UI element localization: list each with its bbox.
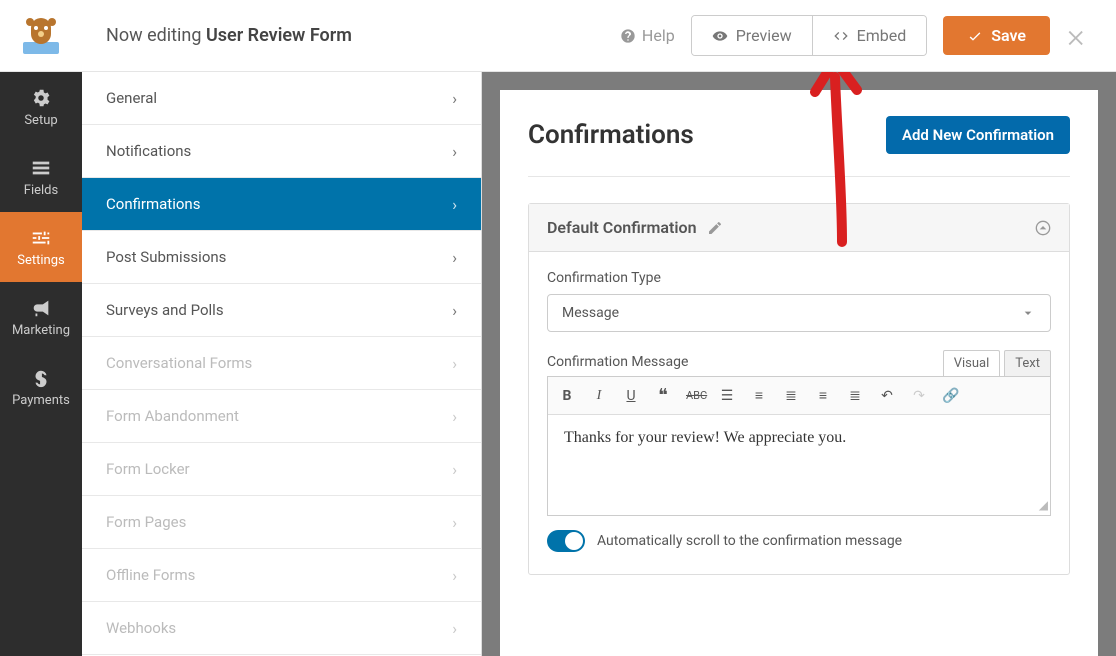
selected-value: Message xyxy=(562,305,619,321)
settings-item-conversational[interactable]: Conversational Forms› xyxy=(82,337,481,390)
form-name: User Review Form xyxy=(206,25,352,46)
settings-item-notifications[interactable]: Notifications› xyxy=(82,125,481,178)
chevron-right-icon: › xyxy=(452,142,457,161)
settings-item-confirmations[interactable]: Confirmations› xyxy=(82,178,481,231)
settings-item-surveys[interactable]: Surveys and Polls› xyxy=(82,284,481,337)
undo-button[interactable]: ↶ xyxy=(878,388,896,404)
underline-button[interactable]: U xyxy=(622,388,640,404)
rich-text-editor: B I U ❝ ABC ☰ ≡ ≣ ≡ ≣ xyxy=(547,376,1051,516)
add-new-confirmation-button[interactable]: Add New Confirmation xyxy=(886,116,1070,154)
align-right-button[interactable]: ≣ xyxy=(846,388,864,404)
auto-scroll-label: Automatically scroll to the confirmation… xyxy=(597,533,902,549)
help-button[interactable]: Help xyxy=(620,26,675,45)
strike-button[interactable]: ABC xyxy=(686,389,704,402)
nav-setup-label: Setup xyxy=(24,113,57,128)
save-label: Save xyxy=(991,26,1026,45)
nav-payments[interactable]: Payments xyxy=(0,352,82,422)
nav-fields[interactable]: Fields xyxy=(0,142,82,212)
eye-icon xyxy=(712,28,728,44)
chevron-right-icon: › xyxy=(452,301,457,320)
settings-item-general[interactable]: General› xyxy=(82,72,481,125)
list-icon xyxy=(30,157,52,179)
page-title: Confirmations xyxy=(528,120,694,150)
settings-item-webhooks[interactable]: Webhooks› xyxy=(82,602,481,655)
chevron-right-icon: › xyxy=(452,407,457,426)
gear-icon xyxy=(30,87,52,109)
auto-scroll-toggle[interactable] xyxy=(547,530,585,552)
chevron-right-icon: › xyxy=(452,248,457,267)
close-button[interactable] xyxy=(1066,19,1088,52)
pencil-icon[interactable] xyxy=(707,220,723,236)
italic-button[interactable]: I xyxy=(590,388,608,404)
bullet-list-button[interactable]: ☰ xyxy=(718,388,736,404)
bullhorn-icon xyxy=(30,297,52,319)
app-logo xyxy=(0,0,82,72)
chevron-right-icon: › xyxy=(452,460,457,479)
editing-prefix: Now editing xyxy=(106,25,201,46)
chevron-down-icon xyxy=(1020,305,1036,321)
panel-title: Default Confirmation xyxy=(547,218,697,237)
resize-handle-icon: ◢ xyxy=(1039,498,1048,513)
help-icon xyxy=(620,28,636,44)
settings-item-locker[interactable]: Form Locker› xyxy=(82,443,481,496)
chevron-right-icon: › xyxy=(452,619,457,638)
message-content: Thanks for your review! We appreciate yo… xyxy=(564,429,846,446)
settings-item-offline[interactable]: Offline Forms› xyxy=(82,549,481,602)
code-icon xyxy=(833,28,849,44)
confirmation-message-label: Confirmation Message xyxy=(547,354,688,370)
align-left-button[interactable]: ≣ xyxy=(782,388,800,404)
nav-setup[interactable]: Setup xyxy=(0,72,82,142)
preview-label: Preview xyxy=(736,26,792,45)
editor-tab-visual[interactable]: Visual xyxy=(943,350,1001,376)
settings-panel: General› Notifications› Confirmations› P… xyxy=(82,72,482,656)
align-center-button[interactable]: ≡ xyxy=(814,387,832,404)
chevron-right-icon: › xyxy=(452,513,457,532)
close-icon xyxy=(1066,27,1088,49)
bold-button[interactable]: B xyxy=(558,388,576,404)
chevron-right-icon: › xyxy=(452,566,457,585)
confirmations-card: Confirmations Add New Confirmation Defau… xyxy=(500,90,1098,656)
embed-button[interactable]: Embed xyxy=(812,16,927,55)
message-textarea[interactable]: Thanks for your review! We appreciate yo… xyxy=(548,415,1050,515)
check-icon xyxy=(967,28,983,44)
sliders-icon xyxy=(30,227,52,249)
preview-button[interactable]: Preview xyxy=(692,16,812,55)
redo-button[interactable]: ↷ xyxy=(910,388,928,404)
preview-embed-group: Preview Embed xyxy=(691,15,928,56)
save-button[interactable]: Save xyxy=(943,16,1050,55)
confirmation-type-select[interactable]: Message xyxy=(547,294,1051,332)
form-canvas: Confirmations Add New Confirmation Defau… xyxy=(482,72,1116,656)
editing-title: Now editing User Review Form xyxy=(82,25,620,46)
editor-toolbar: B I U ❝ ABC ☰ ≡ ≣ ≡ ≣ xyxy=(548,377,1050,415)
side-nav: Setup Fields Settings Marketing Payments xyxy=(0,72,82,656)
nav-settings[interactable]: Settings xyxy=(0,212,82,282)
settings-item-post-submissions[interactable]: Post Submissions› xyxy=(82,231,481,284)
chevron-up-icon[interactable] xyxy=(1035,220,1051,236)
top-bar: Now editing User Review Form Help Previe… xyxy=(0,0,1116,72)
dollar-icon xyxy=(30,367,52,389)
settings-item-abandonment[interactable]: Form Abandonment› xyxy=(82,390,481,443)
confirmation-panel: Default Confirmation Confirmation Type M… xyxy=(528,203,1070,575)
chevron-right-icon: › xyxy=(452,195,457,214)
embed-label: Embed xyxy=(857,26,907,45)
number-list-button[interactable]: ≡ xyxy=(750,387,768,404)
help-label: Help xyxy=(642,26,675,45)
chevron-right-icon: › xyxy=(452,354,457,373)
nav-marketing-label: Marketing xyxy=(12,323,70,338)
nav-fields-label: Fields xyxy=(24,183,58,198)
nav-marketing[interactable]: Marketing xyxy=(0,282,82,352)
panel-header[interactable]: Default Confirmation xyxy=(529,204,1069,252)
quote-button[interactable]: ❝ xyxy=(654,385,672,406)
nav-payments-label: Payments xyxy=(12,393,70,408)
settings-item-pages[interactable]: Form Pages› xyxy=(82,496,481,549)
confirmation-type-label: Confirmation Type xyxy=(547,270,1051,286)
editor-tab-text[interactable]: Text xyxy=(1004,350,1051,376)
link-button[interactable]: 🔗 xyxy=(942,388,960,404)
nav-settings-label: Settings xyxy=(17,253,64,268)
chevron-right-icon: › xyxy=(452,89,457,108)
